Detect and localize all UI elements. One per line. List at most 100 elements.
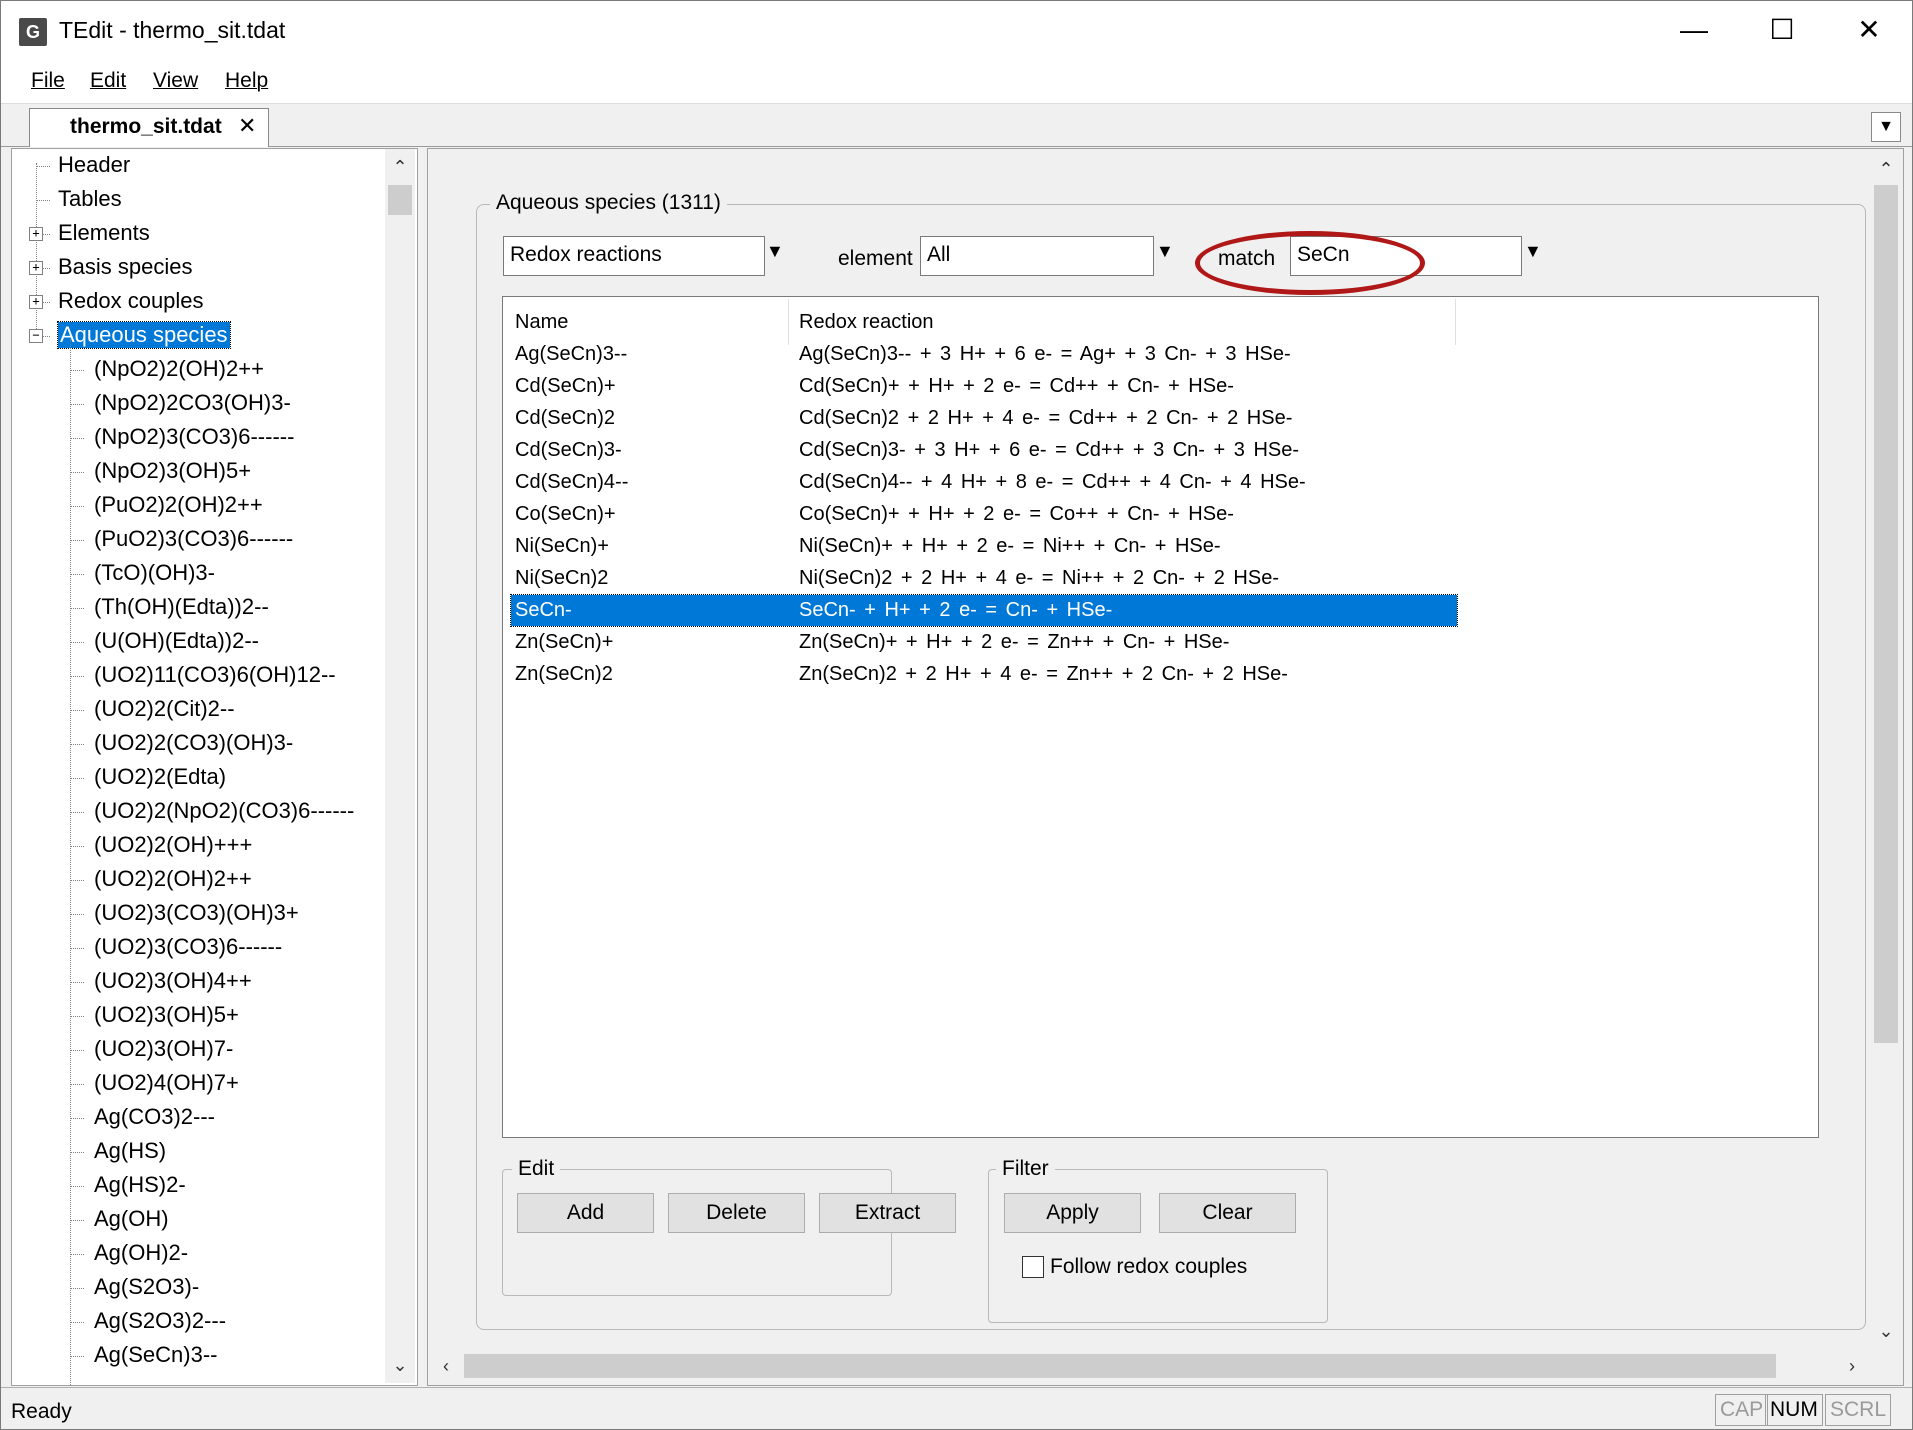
tree-connector [36, 200, 50, 201]
tree-item-label: Ag(S2O3)- [94, 1274, 200, 1299]
menu-help[interactable]: Help [225, 69, 268, 93]
cell-redox-reaction: Cd(SeCn)+ + H+ + 2 e- = Cd++ + Cn- + HSe… [799, 375, 1234, 397]
tree-item-species[interactable]: (NpO2)3(OH)5+ [12, 455, 382, 489]
tree-item-species[interactable]: (UO2)11(CO3)6(OH)12-- [12, 659, 382, 693]
tree-item-species[interactable]: (UO2)2(CO3)(OH)3- [12, 727, 382, 761]
view-mode-dropdown-icon[interactable]: ▼ [766, 241, 784, 262]
tree-item-species[interactable]: (UO2)2(NpO2)(CO3)6------ [12, 795, 382, 829]
tab-thermo-sit[interactable]: thermo_sit.tdat ✕ [29, 108, 269, 147]
menu-file[interactable]: File [31, 69, 65, 93]
table-row[interactable]: Co(SeCn)+ Co(SeCn)+ + H+ + 2 e- = Co++ + … [511, 499, 1457, 530]
tree-item-species[interactable]: (PuO2)2(OH)2++ [12, 489, 382, 523]
tree-item-elements[interactable]: + Elements [12, 217, 372, 251]
table-row[interactable]: Ni(SeCn)+ Ni(SeCn)+ + H+ + 2 e- = Ni++ + … [511, 531, 1457, 562]
table-row[interactable]: Cd(SeCn)+ Cd(SeCn)+ + H+ + 2 e- = Cd++ + … [511, 371, 1457, 402]
tree-item-species[interactable]: Ag(HS) [12, 1135, 382, 1169]
scroll-down-icon[interactable]: ⌄ [386, 1351, 414, 1379]
extract-button[interactable]: Extract [819, 1193, 956, 1233]
table-row[interactable]: Cd(SeCn)3- Cd(SeCn)3- + 3 H+ + 6 e- = Cd+… [511, 435, 1457, 466]
scroll-left-icon[interactable]: ‹ [432, 1352, 460, 1380]
tab-strip: thermo_sit.tdat ✕ ▼ [1, 104, 1912, 147]
tree-item-species[interactable]: (U(OH)(Edta))2-- [12, 625, 382, 659]
delete-button[interactable]: Delete [668, 1193, 805, 1233]
column-header-redox-reaction[interactable]: Redox reaction [799, 311, 934, 334]
tree-item-species[interactable]: Ag(OH) [12, 1203, 382, 1237]
tree-connector [70, 1186, 84, 1187]
table-row[interactable]: Ag(SeCn)3-- Ag(SeCn)3-- + 3 H+ + 6 e- = A… [511, 339, 1457, 370]
tree-item-basis-species[interactable]: + Basis species [12, 251, 372, 285]
tree-item-species[interactable]: Ag(HS)2- [12, 1169, 382, 1203]
expand-icon[interactable]: + [29, 261, 43, 275]
tree-item-species[interactable]: (NpO2)2(OH)2++ [12, 353, 382, 387]
expand-icon[interactable]: + [29, 295, 43, 309]
tree-item-tables[interactable]: Tables [12, 183, 372, 217]
tree-item-species[interactable]: (PuO2)3(CO3)6------ [12, 523, 382, 557]
table-row[interactable]: Ni(SeCn)2 Ni(SeCn)2 + 2 H+ + 4 e- = Ni++ … [511, 563, 1457, 594]
table-row[interactable]: Zn(SeCn)2 Zn(SeCn)2 + 2 H+ + 4 e- = Zn++ … [511, 659, 1457, 690]
cell-species-name: Ni(SeCn)2 [515, 567, 609, 589]
tree-item-species[interactable]: (Th(OH)(Edta))2-- [12, 591, 382, 625]
tab-list-dropdown-icon[interactable]: ▼ [1871, 112, 1901, 142]
expand-icon[interactable]: + [29, 227, 43, 241]
column-header-name[interactable]: Name [515, 311, 568, 334]
tree-item-aqueous-species[interactable]: − Aqueous species [12, 319, 372, 353]
minimize-button[interactable]: — [1651, 1, 1737, 61]
tree-item-redox-couples[interactable]: + Redox couples [12, 285, 372, 319]
tree-item-label: Basis species [58, 254, 193, 279]
tree-item-species[interactable]: Ag(S2O3)2--- [12, 1305, 382, 1339]
table-row[interactable]: Cd(SeCn)2 Cd(SeCn)2 + 2 H+ + 4 e- = Cd++ … [511, 403, 1457, 434]
scroll-up-icon[interactable]: ⌃ [1872, 155, 1900, 183]
scroll-right-icon[interactable]: › [1838, 1352, 1866, 1380]
table-row[interactable]: SeCn- SeCn- + H+ + 2 e- = Cn- + HSe- [510, 594, 1458, 627]
tree-connector [70, 404, 84, 405]
tree-item-species[interactable]: (TcO)(OH)3- [12, 557, 382, 591]
maximize-button[interactable]: ☐ [1739, 1, 1825, 61]
tree-item-species[interactable]: (UO2)4(OH)7+ [12, 1067, 382, 1101]
scroll-down-icon[interactable]: ⌄ [1872, 1317, 1900, 1345]
apply-filter-button[interactable]: Apply [1004, 1193, 1141, 1233]
tree-item-species[interactable]: (UO2)2(OH)2++ [12, 863, 382, 897]
clear-filter-button[interactable]: Clear [1159, 1193, 1296, 1233]
tree-item-species[interactable]: Ag(S2O3)- [12, 1271, 382, 1305]
tab-close-icon[interactable]: ✕ [238, 113, 256, 139]
collapse-icon[interactable]: − [29, 329, 43, 343]
table-row[interactable]: Zn(SeCn)+ Zn(SeCn)+ + H+ + 2 e- = Zn++ + … [511, 627, 1457, 658]
tree-vertical-scrollbar[interactable]: ⌃ ⌄ [385, 149, 415, 1383]
tree-item-header[interactable]: Header [12, 149, 372, 183]
tree-item-species[interactable]: (NpO2)3(CO3)6------ [12, 421, 382, 455]
panel-scroll-thumb[interactable] [1874, 185, 1898, 1043]
panel-hscroll-thumb[interactable] [464, 1354, 1776, 1378]
tree-item-species[interactable]: (UO2)2(Cit)2-- [12, 693, 382, 727]
tree-item-species[interactable]: Ag(OH)2- [12, 1237, 382, 1271]
tree-item-species[interactable]: (UO2)3(OH)4++ [12, 965, 382, 999]
cap-indicator: CAP [1715, 1394, 1769, 1426]
menu-view[interactable]: View [153, 69, 198, 93]
view-mode-select[interactable]: Redox reactions [503, 236, 765, 276]
panel-vertical-scrollbar[interactable]: ⌃ ⌄ [1871, 149, 1901, 1345]
tree-item-species[interactable]: Ag(SeCn)3-- [12, 1339, 382, 1373]
add-button[interactable]: Add [517, 1193, 654, 1233]
match-dropdown-icon[interactable]: ▼ [1524, 241, 1542, 262]
tree-item-species[interactable]: (UO2)3(CO3)(OH)3+ [12, 897, 382, 931]
tree-item-species[interactable]: (UO2)2(Edta) [12, 761, 382, 795]
element-select[interactable]: All [920, 236, 1154, 276]
tree-item-species[interactable]: (UO2)3(OH)5+ [12, 999, 382, 1033]
tree-connector [70, 1118, 84, 1119]
tree-scroll-thumb[interactable] [388, 185, 412, 215]
tree-item-species[interactable]: (UO2)2(OH)+++ [12, 829, 382, 863]
close-button[interactable]: ✕ [1826, 1, 1912, 61]
species-table[interactable]: Name Redox reaction Ag(SeCn)3-- Ag(SeCn)3… [502, 296, 1819, 1138]
element-dropdown-icon[interactable]: ▼ [1156, 241, 1174, 262]
follow-redox-couples-checkbox[interactable] [1022, 1256, 1044, 1278]
tree-item-species[interactable]: (NpO2)2CO3(OH)3- [12, 387, 382, 421]
table-row[interactable]: Cd(SeCn)4-- Cd(SeCn)4-- + 4 H+ + 8 e- = C… [511, 467, 1457, 498]
tree-item-species[interactable]: (UO2)3(CO3)6------ [12, 931, 382, 965]
cell-species-name: SeCn- [515, 599, 572, 621]
tree-item-label: (UO2)3(CO3)6------ [94, 934, 283, 959]
tree-item-species[interactable]: Ag(CO3)2--- [12, 1101, 382, 1135]
tree-item-species[interactable]: (UO2)3(OH)7- [12, 1033, 382, 1067]
panel-horizontal-scrollbar[interactable]: ‹ › [428, 1349, 1871, 1383]
tree-connector [70, 744, 84, 745]
scroll-up-icon[interactable]: ⌃ [386, 153, 414, 181]
menu-edit[interactable]: Edit [90, 69, 126, 93]
